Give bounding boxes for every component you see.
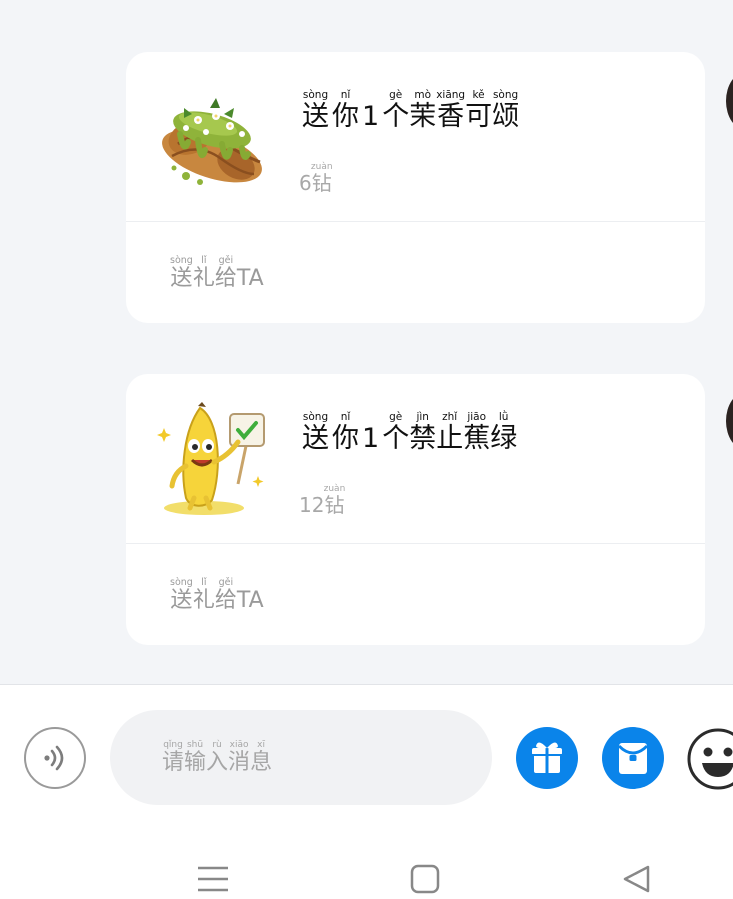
gift-icon [532, 742, 562, 773]
gift-count: 1 [362, 101, 380, 132]
send-gift-link[interactable]: 送sòng礼lǐ给gěiTA [170, 255, 264, 292]
send-gift-row[interactable]: 送sòng礼lǐ给gěiTA [126, 223, 705, 323]
gift-title: 送sòng你nǐ1 个gè茉mò香xiāng可kě颂sòng [302, 89, 520, 132]
back-icon[interactable] [620, 862, 654, 896]
gift-message-card: 送sòng你nǐ1 个gè茉mò香xiāng可kě颂sòng 6钻zuàn 送sò… [126, 52, 705, 323]
send-gift-row[interactable]: 送sòng礼lǐ给gěiTA [126, 545, 705, 645]
gift-card-header: 送sòng你nǐ1 个gè茉mò香xiāng可kě颂sòng 6钻zuàn [126, 52, 705, 222]
send-gift-link[interactable]: 送sòng礼lǐ给gěiTA [170, 577, 264, 614]
gift-title: 送sòng你nǐ1 个gè禁jìn止zhǐ蕉jiāo绿lǜ [302, 411, 518, 454]
gift-count: 1 [362, 423, 380, 454]
message-input-placeholder: 请qǐng输shū入rù消xiāo息xī [162, 739, 273, 775]
banana-mascot-image [157, 402, 265, 515]
voice-icon [44, 745, 64, 771]
gift-price: 6钻zuàn [299, 162, 333, 195]
message-input[interactable]: 请qǐng输shū入rù消xiāo息xī [110, 710, 492, 805]
system-navigation-bar [0, 826, 733, 899]
avatar[interactable] [726, 72, 733, 130]
gift-price: 12钻zuàn [299, 484, 346, 517]
emoji-button[interactable] [686, 727, 733, 791]
smiley-icon [687, 728, 733, 790]
home-icon[interactable] [408, 862, 442, 896]
red-packet-icon [617, 743, 649, 774]
gift-button[interactable] [516, 727, 578, 789]
message-input-bar: 请qǐng输shū入rù消xiāo息xī [0, 684, 733, 826]
gift-card-header: 送sòng你nǐ1 个gè禁jìn止zhǐ蕉jiāo绿lǜ 12钻zuàn [126, 374, 705, 544]
avatar[interactable] [726, 392, 733, 450]
matcha-croissant-image [162, 98, 262, 185]
menu-icon[interactable] [196, 862, 230, 896]
red-packet-button[interactable] [602, 727, 664, 789]
gift-message-card: 送sòng你nǐ1 个gè禁jìn止zhǐ蕉jiāo绿lǜ 12钻zuàn 送sò… [126, 374, 705, 645]
voice-button[interactable] [24, 727, 86, 789]
